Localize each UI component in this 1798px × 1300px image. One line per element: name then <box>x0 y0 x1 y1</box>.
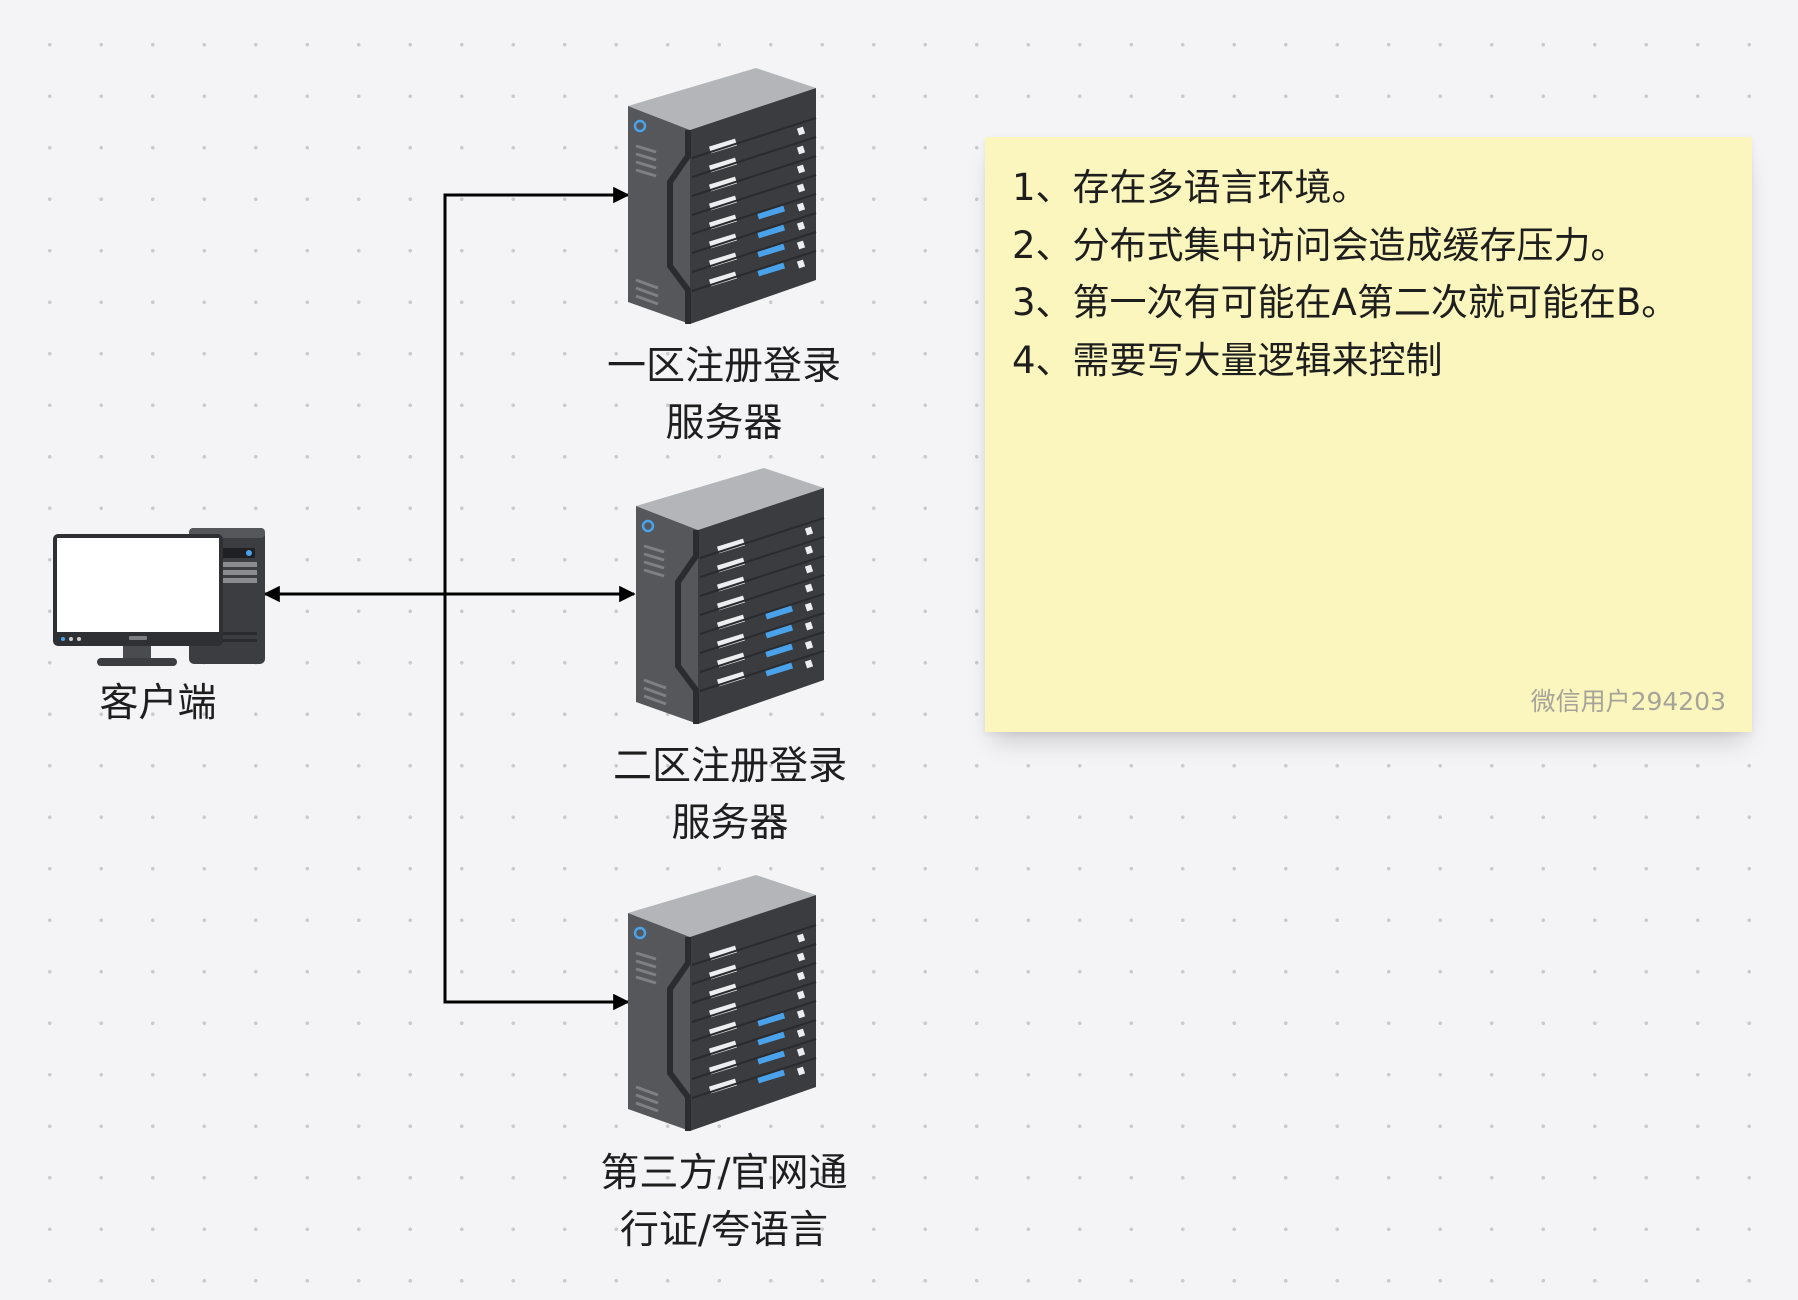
client-label-text: 客户端 <box>99 681 217 726</box>
tower-server-icon <box>636 468 825 724</box>
server-2-label-line-2: 服务器 <box>671 801 789 846</box>
server-2-label-line-1: 二区注册登录 <box>612 744 847 789</box>
desktop-computer-icon <box>53 528 265 666</box>
server-2-label: 二区注册登录 服务器 <box>580 738 880 852</box>
sticky-note[interactable]: 1、存在多语言环境。 2、分布式集中访问会造成缓存压力。 3、第一次有可能在A第… <box>985 137 1752 732</box>
sticky-note-author: 微信用户294203 <box>1530 687 1726 716</box>
tower-server-icon <box>628 875 817 1131</box>
server-1-label-line-1: 一区注册登录 <box>606 344 841 389</box>
server-3-label-line-2: 行证/夸语言 <box>619 1208 829 1253</box>
server-1-label-line-2: 服务器 <box>665 401 783 446</box>
server-3-label: 第三方/官网通 行证/夸语言 <box>574 1145 874 1259</box>
client-label: 客户端 <box>58 675 258 732</box>
tower-server-icon <box>628 68 817 324</box>
server-node-2[interactable] <box>634 466 834 728</box>
server-node-1[interactable] <box>626 66 826 328</box>
server-node-3[interactable] <box>626 873 826 1135</box>
sticky-note-line-4: 4、需要写大量逻辑来控制 <box>1012 338 1443 382</box>
server-1-label: 一区注册登录 服务器 <box>574 338 874 452</box>
sticky-note-line-2: 2、分布式集中访问会造成缓存压力。 <box>1012 223 1628 267</box>
server-3-label-line-1: 第三方/官网通 <box>600 1151 848 1196</box>
sticky-note-line-1: 1、存在多语言环境。 <box>1012 166 1369 209</box>
client-node[interactable] <box>53 526 273 668</box>
sticky-note-line-3: 3、第一次有可能在A第二次就可能在B。 <box>1012 281 1679 324</box>
sticky-note-text: 1、存在多语言环境。 2、分布式集中访问会造成缓存压力。 3、第一次有可能在A第… <box>1012 159 1678 389</box>
